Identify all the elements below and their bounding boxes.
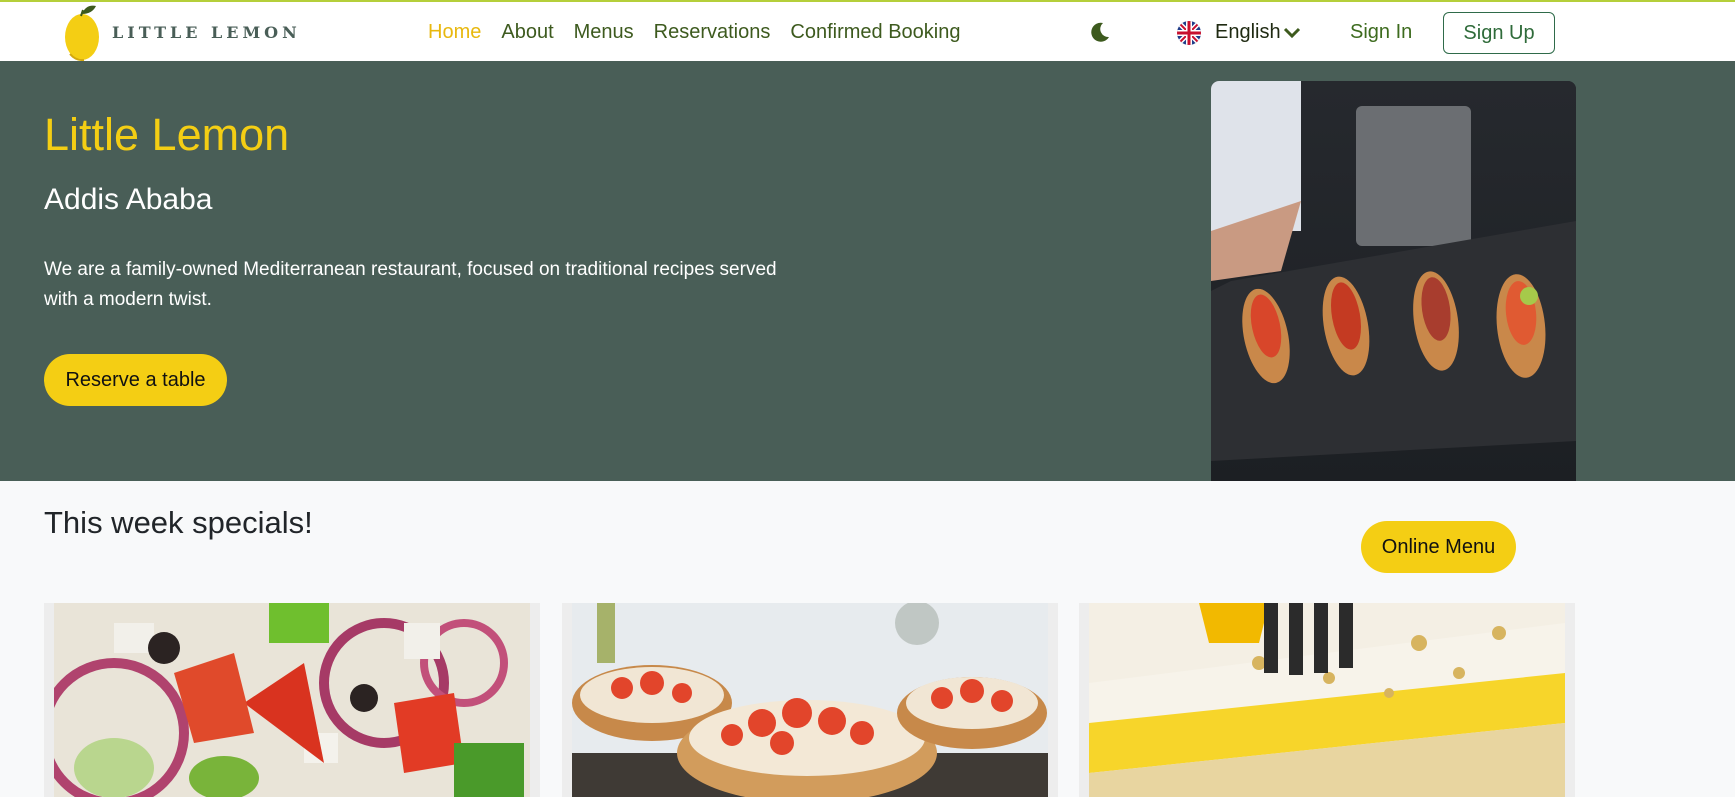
language-selector[interactable]: English (1177, 2, 1301, 63)
chevron-down-icon (1283, 26, 1301, 40)
main-nav: Home About Menus Reservations Confirmed … (428, 2, 960, 63)
hero-subtitle: Addis Ababa (44, 183, 213, 216)
nav-link-menus[interactable]: Menus (574, 21, 634, 44)
uk-flag-icon (1177, 20, 1201, 45)
reserve-table-button[interactable]: Reserve a table (44, 354, 227, 406)
lemon-logo-icon (62, 4, 106, 62)
nav-link-about[interactable]: About (501, 21, 553, 44)
sign-in-link[interactable]: Sign In (1350, 2, 1412, 63)
specials-title: This week specials! (44, 505, 313, 540)
navbar: LITTLE LEMON Home About Menus Reservatio… (0, 0, 1735, 61)
hero-image (1211, 81, 1576, 481)
greek-salad-image (54, 603, 530, 797)
logo[interactable]: LITTLE LEMON (62, 2, 301, 63)
nav-link-reservations[interactable]: Reservations (654, 21, 771, 44)
lemon-dessert-image (1089, 603, 1565, 797)
nav-link-home[interactable]: Home (428, 21, 481, 44)
bruschetta-image (572, 603, 1048, 797)
language-label: English (1215, 21, 1281, 43)
hero-description: We are a family-owned Mediterranean rest… (44, 259, 777, 310)
hero-section: Little Lemon Addis Ababa We are a family… (0, 61, 1735, 481)
online-menu-button[interactable]: Online Menu (1361, 521, 1516, 573)
special-card-bruschetta[interactable] (562, 603, 1058, 797)
sign-up-button[interactable]: Sign Up (1443, 12, 1555, 54)
special-card-lemon-dessert[interactable] (1079, 603, 1575, 797)
hero-title: Little Lemon (44, 109, 290, 160)
logo-text: LITTLE LEMON (112, 23, 301, 42)
moon-icon[interactable] (1088, 20, 1112, 44)
special-card-greek-salad[interactable] (44, 603, 540, 797)
nav-link-confirmed-booking[interactable]: Confirmed Booking (790, 21, 960, 44)
